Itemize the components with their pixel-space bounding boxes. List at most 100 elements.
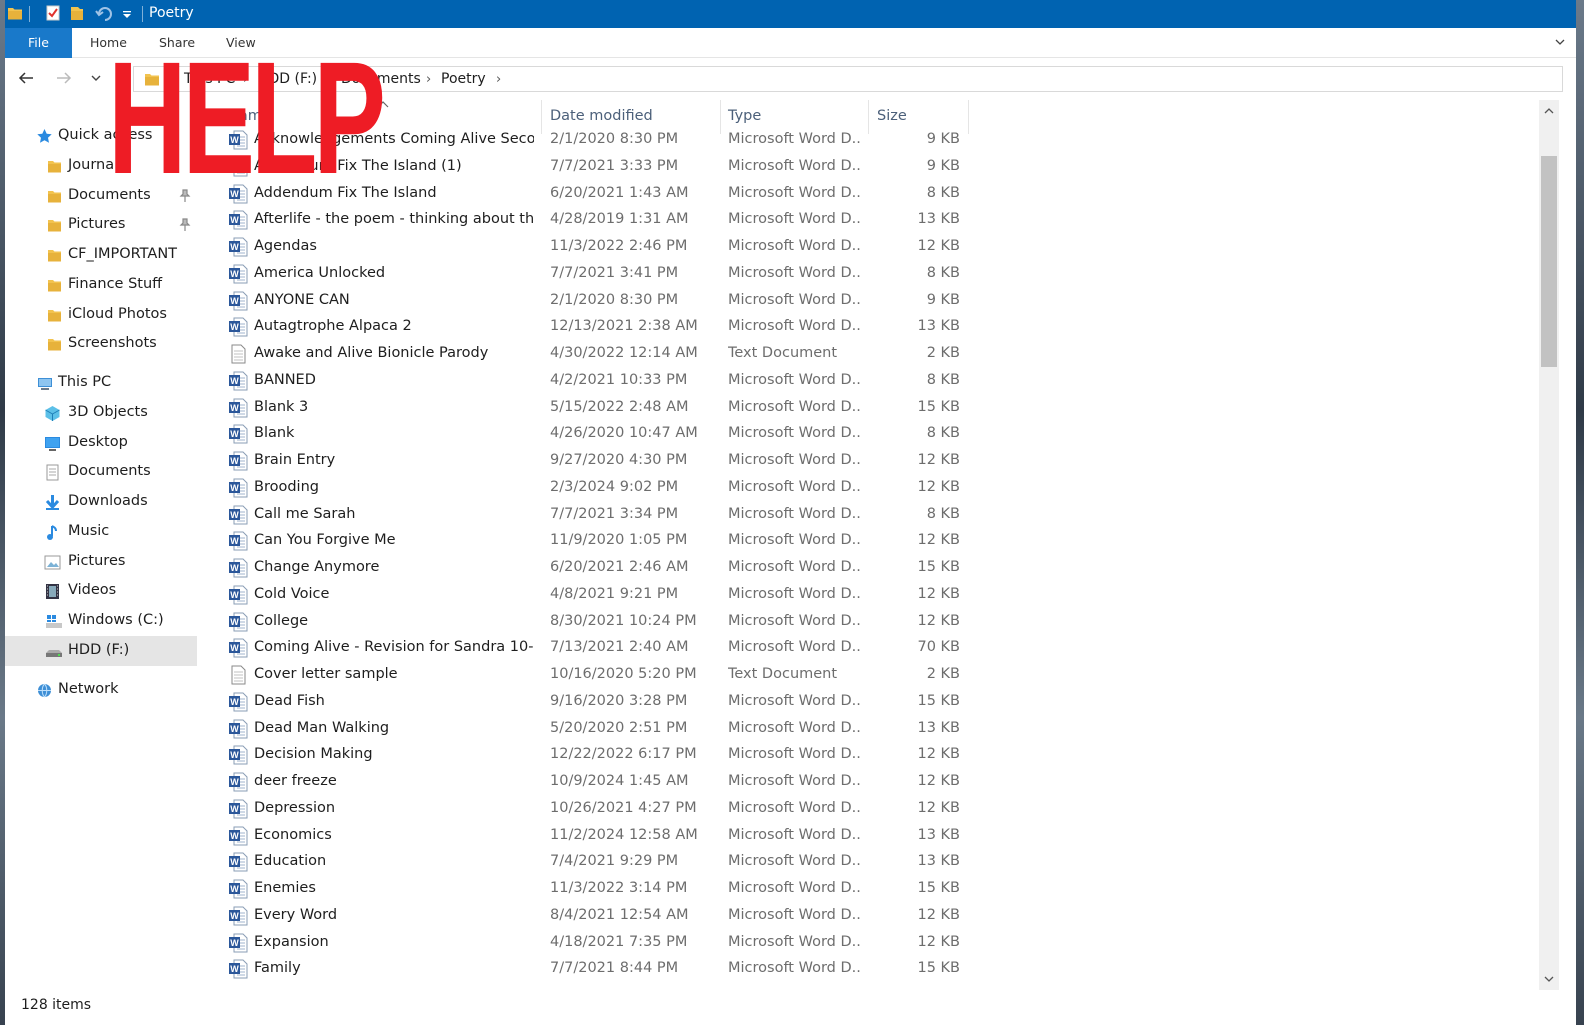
file-date-modified: 8/4/2021 12:54 AM <box>550 906 689 923</box>
sidebar-item-3d-objects[interactable]: 3D Objects <box>5 398 197 428</box>
file-row[interactable]: W Autagtrophe Alpaca 2 12/13/2021 2:38 AM M… <box>221 314 981 341</box>
svg-text:W: W <box>230 296 239 306</box>
file-size: 12 KB <box>917 612 960 629</box>
file-size: 2 KB <box>926 666 960 682</box>
tab-file[interactable]: File <box>5 28 72 58</box>
file-type: Microsoft Word D... <box>728 452 860 468</box>
file-row[interactable]: W Blank 3 5/15/2022 2:48 AM Microsoft Word … <box>221 395 981 422</box>
file-row[interactable]: W Can You Forgive Me 11/9/2020 1:05 PM Micr… <box>221 528 981 555</box>
file-row[interactable]: W Decision Making 12/22/2022 6:17 PM Micros… <box>221 742 981 769</box>
sidebar-item-pictures[interactable]: Pictures <box>5 547 197 577</box>
computer-icon <box>36 375 53 392</box>
file-row[interactable]: W Cold Voice 4/8/2021 9:21 PM Microsoft Wor… <box>221 582 981 609</box>
undo-icon[interactable] <box>95 5 112 21</box>
file-row[interactable]: W College 8/30/2021 10:24 PM Microsoft Word… <box>221 609 981 636</box>
file-type: Microsoft Word D... <box>728 371 860 388</box>
file-row[interactable]: W Call me Sarah 7/7/2021 3:34 PM Microsoft … <box>221 502 981 529</box>
sidebar-item-finance-stuff[interactable]: Finance Stuff <box>5 270 197 300</box>
file-name: Depression <box>254 799 336 816</box>
sidebar-item-music[interactable]: Music <box>5 517 197 547</box>
svg-text:W: W <box>230 563 239 573</box>
properties-icon[interactable] <box>45 5 61 21</box>
file-row[interactable]: Wdeer freeze 10/9/2024 1:45 AM Microsoft W… <box>221 769 981 796</box>
sidebar-item-windows-c[interactable]: Windows (C:) <box>5 606 197 636</box>
sidebar-item-label: iCloud Photos <box>68 305 167 322</box>
file-name: Dead Man Walking <box>254 719 390 736</box>
file-row[interactable]: W America Unlocked 7/7/2021 3:41 PM Microso… <box>221 261 981 288</box>
breadcrumb-poetry[interactable]: Poetry <box>441 71 486 87</box>
breadcrumb-chevron-icon[interactable]: › <box>496 72 501 87</box>
sidebar-item-desktop[interactable]: Desktop <box>5 428 197 458</box>
file-row[interactable]: W Depression 10/26/2021 4:27 PM Microsoft W… <box>221 796 981 823</box>
file-date-modified: 7/7/2021 3:41 PM <box>550 264 679 281</box>
file-type: Microsoft Word D... <box>728 264 860 281</box>
file-row[interactable]: W Education 7/4/2021 9:29 PM Microsoft Word… <box>221 849 981 876</box>
file-row[interactable]: W Change Anymore 6/20/2021 2:46 AM Microsof… <box>221 555 981 582</box>
word-document-icon: W <box>228 638 248 658</box>
customize-dropdown-icon[interactable] <box>121 5 137 21</box>
file-name: Decision Making <box>254 746 373 763</box>
file-row[interactable]: W Dead Fish 9/16/2020 3:28 PM Microsoft Wor… <box>221 689 981 716</box>
forward-arrow-icon[interactable] <box>55 69 73 87</box>
sidebar-item-label: Finance Stuff <box>68 275 163 292</box>
file-row[interactable]: Cover letter sample 10/16/2020 5:20 PM Tex… <box>221 662 981 689</box>
sidebar-item-videos[interactable]: Videos <box>5 576 197 606</box>
file-row[interactable]: W Agendas 11/3/2022 2:46 PM Microsoft Word … <box>221 234 981 261</box>
back-arrow-icon[interactable] <box>17 69 35 87</box>
expand-ribbon-icon[interactable] <box>1554 36 1566 48</box>
navigation-pane: Quick access Journal Documents Pictures CF_… <box>5 100 205 990</box>
sidebar-item-network[interactable]: Network <box>5 675 197 705</box>
downloads-icon <box>44 494 61 511</box>
sidebar-item-icloud-photos[interactable]: iCloud Photos <box>5 300 197 330</box>
sidebar-item-cf-important[interactable]: CF_IMPORTANT <box>5 240 197 270</box>
file-row[interactable]: W Family 7/7/2021 8:44 PM Microsoft Word D.… <box>221 956 981 983</box>
column-header-size[interactable]: Size <box>877 108 907 124</box>
file-row[interactable]: W Dead Man Walking 5/20/2020 2:51 PM Micros… <box>221 716 981 743</box>
file-row[interactable]: W Brooding 2/3/2024 9:02 PM Microsoft Word … <box>221 475 981 502</box>
file-type: Microsoft Word D... <box>728 692 860 709</box>
file-type: Microsoft Word D... <box>728 532 860 549</box>
videos-icon <box>44 583 61 600</box>
sidebar-item-downloads[interactable]: Downloads <box>5 487 197 517</box>
file-row[interactable]: W Every Word 8/4/2021 12:54 AM Microsoft Wo… <box>221 903 981 930</box>
file-row[interactable]: W ANYONE CAN 2/1/2020 8:30 PM Microsoft Wor… <box>221 288 981 315</box>
file-row[interactable]: W Coming Alive - Revision for Sandra 10-3… <box>221 635 981 662</box>
file-date-modified: 11/2/2024 12:58 AM <box>550 826 698 843</box>
column-header-type[interactable]: Type <box>728 108 761 124</box>
file-row[interactable]: W Blank 4/26/2020 10:47 AM Microsoft Word D… <box>221 421 981 448</box>
sidebar-item-screenshots[interactable]: Screenshots <box>5 329 197 359</box>
sidebar-item-label: Network <box>58 681 119 697</box>
file-row[interactable]: W BANNED 4/2/2021 10:33 PM Microsoft Word D… <box>221 368 981 395</box>
word-document-icon: W <box>228 478 248 498</box>
file-row[interactable]: W Afterlife - the poem - thinking about t… <box>221 207 981 234</box>
file-name: Brain Entry <box>254 452 336 468</box>
svg-text:W: W <box>230 884 239 894</box>
file-row[interactable]: W Enemies 11/3/2022 3:14 PM Microsoft Word … <box>221 876 981 903</box>
folder-icon[interactable] <box>7 5 23 21</box>
scroll-down-icon[interactable] <box>1542 973 1556 985</box>
file-row[interactable]: W Expansion 4/18/2021 7:35 PM Microsoft Wor… <box>221 930 981 957</box>
column-header-date-modified[interactable]: Date modified <box>550 108 653 124</box>
file-type: Microsoft Word D... <box>728 505 860 522</box>
new-folder-icon[interactable] <box>69 5 85 21</box>
recent-locations-chevron-icon[interactable] <box>87 69 105 87</box>
file-size: 13 KB <box>917 318 960 335</box>
help-overlay-text: HELP <box>108 28 386 207</box>
pin-icon[interactable] <box>179 218 191 232</box>
file-date-modified: 10/9/2024 1:45 AM <box>550 773 689 789</box>
sidebar-item-documents[interactable]: Documents <box>5 457 197 487</box>
file-row[interactable]: W Brain Entry 9/27/2020 4:30 PM Microsoft W… <box>221 448 981 475</box>
sidebar-item-hdd-f[interactable]: HDD (F:) <box>5 635 197 666</box>
file-size: 15 KB <box>917 398 960 415</box>
sidebar-item-pictures[interactable]: Pictures <box>5 210 197 240</box>
scroll-up-icon[interactable] <box>1542 105 1556 117</box>
sidebar-item-this-pc[interactable]: This PC <box>5 368 197 398</box>
file-type: Text Document <box>728 345 838 361</box>
breadcrumb-chevron-icon[interactable]: › <box>426 72 431 87</box>
file-size: 13 KB <box>917 211 960 228</box>
file-row[interactable]: W Economics 11/2/2024 12:58 AM Microsoft Wo… <box>221 823 981 850</box>
vertical-scrollbar[interactable] <box>1539 100 1559 990</box>
scrollbar-thumb[interactable] <box>1541 156 1557 367</box>
file-date-modified: 5/20/2020 2:51 PM <box>550 719 688 736</box>
file-row[interactable]: Awake and Alive Bionicle Parody 4/30/2022… <box>221 341 981 368</box>
